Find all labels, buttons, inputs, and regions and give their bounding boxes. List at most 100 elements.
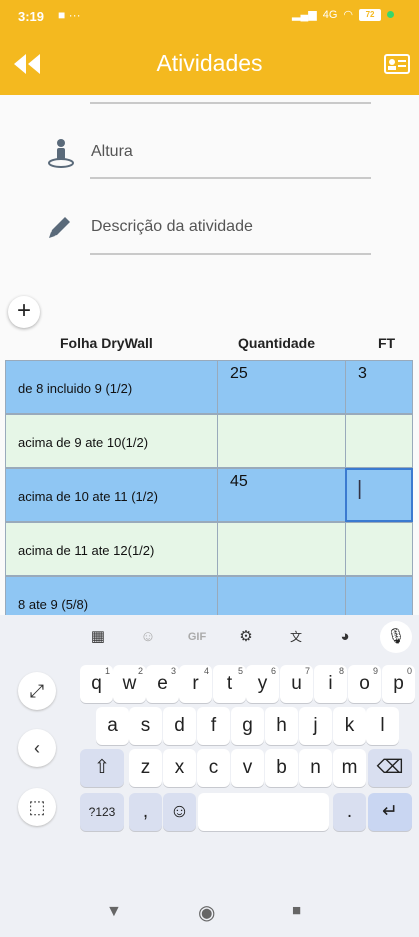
shift-key[interactable]: ⇧ [80,749,124,787]
select-icon[interactable]: ⬚ [18,788,56,826]
key-p[interactable]: p0 [382,665,415,703]
key-f[interactable]: f [197,707,230,745]
double-chevron-left-icon[interactable] [10,50,46,78]
recents-icon[interactable]: ■ [292,902,301,919]
row-name-cell: de 8 incluido 9 (1/2) [5,360,218,414]
key-label: q [91,673,102,694]
palette-icon[interactable]: ◕ [331,625,359,649]
key-v[interactable]: v [231,749,264,787]
ft-input[interactable] [345,414,413,468]
quantity-input[interactable] [217,522,346,576]
quantity-input[interactable]: 45 [217,468,346,522]
column-header-folha: Folha DryWall [60,335,153,351]
contact-card-icon[interactable] [384,54,410,74]
key-x[interactable]: x [163,749,196,787]
chevron-left-icon[interactable]: ‹ [18,729,56,767]
form-content: Altura Descrição da atividade + Folha Dr… [0,95,419,615]
space-key[interactable] [198,793,329,831]
emoji-key[interactable]: ☺ [163,793,196,831]
ft-input[interactable]: 3 [345,360,413,414]
description-field-underline [90,253,371,255]
backspace-key[interactable]: ⌫ [368,749,412,787]
key-hint: 5 [237,666,243,676]
quantity-input[interactable] [217,576,346,615]
key-t[interactable]: t5 [213,665,246,703]
key-q[interactable]: q1 [80,665,113,703]
key-l[interactable]: l [366,707,399,745]
row-name-cell: acima de 10 ate 11 (1/2) [5,468,218,522]
key-g[interactable]: g [231,707,264,745]
sticker-icon[interactable]: ☺ [134,625,162,649]
key-e[interactable]: e3 [146,665,179,703]
back-triangle-icon[interactable]: ▼ [106,903,122,921]
mic-icon[interactable]: 🎙 [380,621,412,653]
translate-icon[interactable]: 文 [282,625,310,649]
apps-icon[interactable]: ▦ [84,625,112,649]
signal-icon: ▂▄▆ [292,9,317,21]
gif-button[interactable]: GIF [183,625,211,649]
key-y[interactable]: y6 [246,665,279,703]
key-b[interactable]: b [265,749,298,787]
key-n[interactable]: n [299,749,332,787]
status-right: ▂▄▆ 4G ◠ 72 [292,8,395,21]
pencil-icon [49,217,70,238]
app-bar: 3:19 ■ ··· ▂▄▆ 4G ◠ 72 Atividades [0,0,419,95]
key-c[interactable]: c [197,749,230,787]
key-label: e [157,673,168,694]
key-label: u [291,673,302,694]
table-row: acima de 11 ate 12(1/2) [5,522,413,576]
row-name-cell: acima de 11 ate 12(1/2) [5,522,218,576]
key-d[interactable]: d [163,707,196,745]
numbers-key[interactable]: ?123 [80,793,124,831]
row-name-cell: 8 ate 9 (5/8) [5,576,218,615]
person-pin-icon [48,139,74,168]
expand-icon[interactable]: ⤢ [18,672,56,710]
settings-icon[interactable]: ⚙ [232,625,260,649]
key-hint: 8 [338,666,344,676]
key-label: r [192,673,199,694]
key-j[interactable]: j [299,707,332,745]
comma-key[interactable]: , [129,793,162,831]
key-hint: 7 [304,666,310,676]
key-h[interactable]: h [265,707,298,745]
add-row-button[interactable]: + [8,296,40,328]
enter-key[interactable]: ↵ [368,793,412,831]
column-header-quantidade: Quantidade [238,335,316,351]
table-row: acima de 9 ate 10(1/2) [5,414,413,468]
key-label: y [257,673,268,694]
period-key[interactable]: . [333,793,366,831]
key-a[interactable]: a [96,707,129,745]
key-label: p [393,673,404,694]
key-s[interactable]: s [129,707,162,745]
ft-input-focused[interactable]: | [345,468,413,522]
home-icon[interactable]: ◉ [198,900,215,925]
key-label: o [359,673,370,694]
key-k[interactable]: k [333,707,366,745]
key-hint: 4 [203,666,209,676]
previous-field-underline [90,102,371,104]
key-label: t [226,673,233,694]
key-u[interactable]: u7 [280,665,313,703]
row-name-cell: acima de 9 ate 10(1/2) [5,414,218,468]
ft-input[interactable] [345,576,413,615]
key-hint: 1 [104,666,110,676]
battery-icon: 72 [359,8,382,21]
height-field-label[interactable]: Altura [91,143,133,161]
privacy-dot-icon [387,11,395,18]
key-r[interactable]: r4 [179,665,212,703]
key-z[interactable]: z [129,749,162,787]
table-row: 8 ate 9 (5/8) [5,576,413,615]
ft-input[interactable] [345,522,413,576]
quantity-input[interactable]: 25 [217,360,346,414]
key-m[interactable]: m [333,749,366,787]
quantity-input[interactable] [217,414,346,468]
height-field-underline [90,177,371,179]
table-row: de 8 incluido 9 (1/2) 25 3 [5,360,413,414]
key-label: w [122,673,137,694]
key-o[interactable]: o9 [348,665,381,703]
system-nav-bar: ▼ ◉ ■ [0,885,419,937]
key-i[interactable]: i8 [314,665,347,703]
status-time: 3:19 [18,9,45,24]
description-field-label[interactable]: Descrição da atividade [91,218,253,236]
key-w[interactable]: w2 [113,665,146,703]
